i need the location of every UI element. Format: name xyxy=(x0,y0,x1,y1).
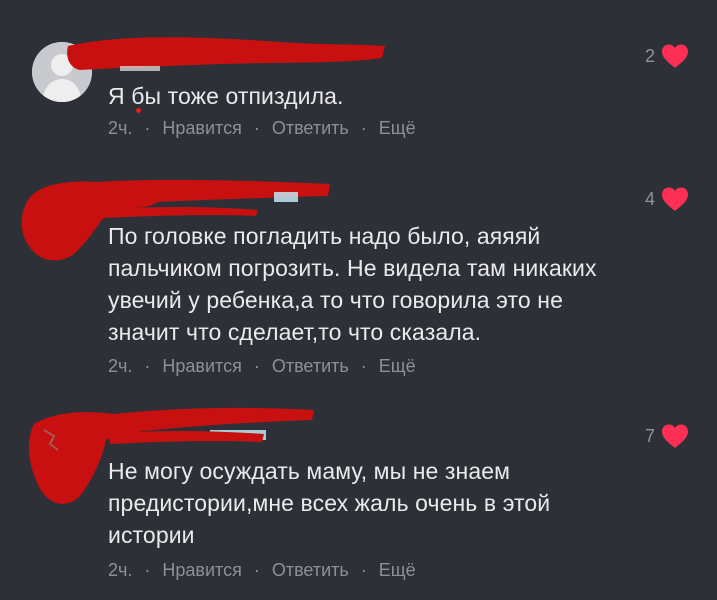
more-button[interactable]: Ещё xyxy=(379,560,416,581)
separator: · xyxy=(253,560,260,580)
comment-time: 2ч. xyxy=(108,356,133,376)
comment-text: По головке погладить надо было, аяяяй па… xyxy=(108,223,597,345)
heart-icon[interactable] xyxy=(661,43,689,69)
like-counter[interactable]: 7 xyxy=(645,423,689,449)
comment-actions: 2ч. · Нравится · Ответить · Ещё xyxy=(108,560,416,581)
like-count: 7 xyxy=(644,425,655,446)
like-count: 4 xyxy=(644,188,655,209)
separator: · xyxy=(144,560,151,580)
separator: · xyxy=(253,118,260,138)
like-count: 2 xyxy=(644,45,655,66)
comment-time: 2ч. xyxy=(108,118,133,138)
heart-icon[interactable] xyxy=(661,423,689,449)
like-button[interactable]: Нравится xyxy=(162,356,241,377)
separator: · xyxy=(144,118,151,138)
comment-text: Не могу осуждать маму, мы не знаем преди… xyxy=(108,458,551,548)
reply-button[interactable]: Ответить xyxy=(272,118,349,139)
separator: · xyxy=(144,356,151,376)
more-button[interactable]: Ещё xyxy=(379,118,416,139)
separator: · xyxy=(360,356,367,376)
separator: · xyxy=(253,356,260,376)
reply-button[interactable]: Ответить xyxy=(272,560,349,581)
heart-icon[interactable] xyxy=(661,186,689,212)
more-button[interactable]: Ещё xyxy=(379,356,416,377)
comment-time: 2ч. xyxy=(108,560,133,580)
comment-text: Я бы тоже отпиздила. xyxy=(108,83,344,109)
like-button[interactable]: Нравится xyxy=(162,118,241,139)
comment-actions: 2ч. · Нравится · Ответить · Ещё xyxy=(108,118,416,139)
like-counter[interactable]: 4 xyxy=(645,186,689,212)
separator: · xyxy=(360,560,367,580)
like-button[interactable]: Нравится xyxy=(162,560,241,581)
comment-actions: 2ч. · Нравится · Ответить · Ещё xyxy=(108,356,416,377)
like-counter[interactable]: 2 xyxy=(645,43,689,69)
separator: · xyxy=(360,118,367,138)
redacted-username xyxy=(67,37,386,71)
reply-button[interactable]: Ответить xyxy=(272,356,349,377)
